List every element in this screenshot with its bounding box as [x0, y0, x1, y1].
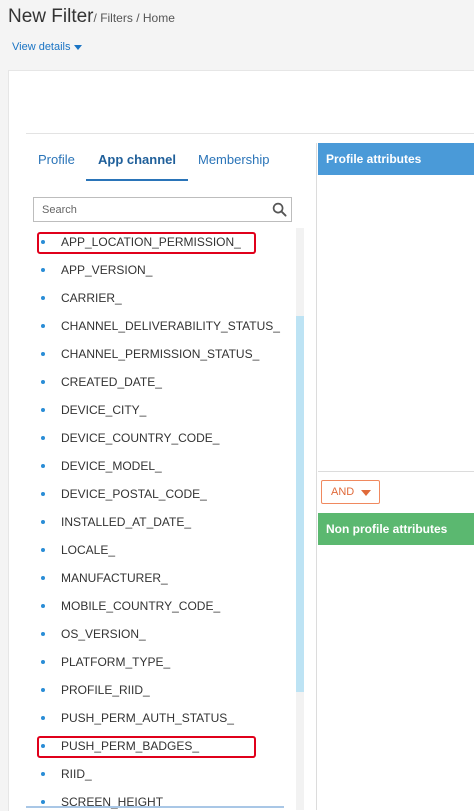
list-item-label: PROFILE_RIID_	[61, 683, 150, 697]
bullet-icon	[41, 688, 45, 692]
list-item-label: DEVICE_COUNTRY_CODE_	[61, 431, 220, 445]
bullet-icon	[41, 716, 45, 720]
list-item-label: RIID_	[61, 767, 92, 781]
tab-membership-label: Membership	[198, 152, 270, 167]
list-item[interactable]: DEVICE_COUNTRY_CODE_	[26, 424, 291, 452]
list-item[interactable]: RIID_	[26, 760, 291, 788]
tab-profile[interactable]: Profile	[38, 146, 75, 179]
list-item[interactable]: PLATFORM_TYPE_	[26, 648, 291, 676]
bullet-icon	[41, 352, 45, 356]
non-profile-attributes-title: Non profile attributes	[326, 522, 448, 536]
list-item-label: MOBILE_COUNTRY_CODE_	[61, 599, 221, 613]
bullet-icon	[41, 632, 45, 636]
list-item-label: APP_LOCATION_PERMISSION_	[61, 235, 241, 249]
list-item[interactable]: CHANNEL_PERMISSION_STATUS_	[26, 340, 291, 368]
bullet-icon	[41, 436, 45, 440]
list-item[interactable]: APP_LOCATION_PERMISSION_	[26, 228, 291, 256]
attribute-tabs: Profile App channel Membership	[26, 146, 286, 181]
list-item[interactable]: DEVICE_POSTAL_CODE_	[26, 480, 291, 508]
list-item-label: CHANNEL_DELIVERABILITY_STATUS_	[61, 319, 280, 333]
panel-divider	[316, 143, 317, 810]
bullet-icon	[41, 408, 45, 412]
list-item[interactable]: APP_VERSION_	[26, 256, 291, 284]
view-details-label: View details	[12, 41, 71, 53]
list-item[interactable]: PUSH_PERM_AUTH_STATUS_	[26, 704, 291, 732]
list-item-label: LOCALE_	[61, 543, 116, 557]
attribute-list: APP_LOCATION_PERMISSION_ APP_VERSION_ CARR…	[26, 228, 291, 810]
profile-attributes-title: Profile attributes	[326, 152, 422, 166]
list-item-label: PLATFORM_TYPE_	[61, 655, 171, 669]
list-item-label: PUSH_PERM_AUTH_STATUS_	[61, 711, 234, 725]
list-item-label: INSTALLED_AT_DATE_	[61, 515, 192, 529]
search-icon[interactable]	[272, 202, 287, 217]
list-item[interactable]: MANUFACTURER_	[26, 564, 291, 592]
list-item[interactable]: INSTALLED_AT_DATE_	[26, 508, 291, 536]
list-item-label: MANUFACTURER_	[61, 571, 168, 585]
page-header: New Filter/ Filters / Home View details	[0, 0, 474, 68]
caret-down-icon	[361, 490, 371, 496]
bullet-icon	[41, 660, 45, 664]
and-operator-label: AND	[331, 486, 355, 498]
page-title-text: New Filter	[8, 6, 94, 27]
bullet-icon	[41, 548, 45, 552]
list-item[interactable]: PROFILE_RIID_	[26, 676, 291, 704]
list-scrollbar-thumb[interactable]	[296, 316, 304, 692]
breadcrumb: / Filters / Home	[93, 11, 175, 25]
page-title: New Filter/ Filters / Home	[8, 6, 175, 28]
bullet-icon	[41, 604, 45, 608]
tab-membership[interactable]: Membership	[198, 146, 270, 179]
bullet-icon	[41, 744, 45, 748]
non-profile-attributes-dropzone[interactable]	[318, 545, 474, 810]
list-item-label: CREATED_DATE_	[61, 375, 162, 389]
tab-app-channel[interactable]: App channel	[86, 146, 189, 181]
bullet-icon	[41, 464, 45, 468]
list-item[interactable]: LOCALE_	[26, 536, 291, 564]
list-bottom-border	[26, 806, 284, 808]
tab-profile-label: Profile	[38, 152, 75, 167]
bullet-icon	[41, 240, 45, 244]
tab-app-channel-label: App channel	[98, 152, 177, 167]
list-item[interactable]: DEVICE_CITY_	[26, 396, 291, 424]
list-item-label: OS_VERSION_	[61, 627, 146, 641]
bullet-icon	[41, 268, 45, 272]
list-item-label: CARRIER_	[61, 291, 122, 305]
list-item[interactable]: DEVICE_MODEL_	[26, 452, 291, 480]
bullet-icon	[41, 380, 45, 384]
list-item[interactable]: MOBILE_COUNTRY_CODE_	[26, 592, 291, 620]
non-profile-attributes-header: Non profile attributes	[318, 513, 474, 545]
bullet-icon	[41, 520, 45, 524]
list-item-label: CHANNEL_PERMISSION_STATUS_	[61, 347, 260, 361]
breadcrumb-filters[interactable]: Filters	[100, 11, 133, 25]
list-item-label: APP_VERSION_	[61, 263, 153, 277]
list-item-label: DEVICE_CITY_	[61, 403, 147, 417]
list-item-label: DEVICE_MODEL_	[61, 459, 162, 473]
list-item-label: PUSH_PERM_BADGES_	[61, 739, 200, 753]
list-item[interactable]: CREATED_DATE_	[26, 368, 291, 396]
section-divider	[26, 133, 474, 134]
bullet-icon	[41, 800, 45, 804]
breadcrumb-home[interactable]: Home	[143, 11, 175, 25]
list-item-label: DEVICE_POSTAL_CODE_	[61, 487, 207, 501]
bullet-icon	[41, 296, 45, 300]
list-item[interactable]: PUSH_PERM_BADGES_	[26, 732, 291, 760]
bullet-icon	[41, 324, 45, 328]
bullet-icon	[41, 492, 45, 496]
bullet-icon	[41, 772, 45, 776]
list-item[interactable]: OS_VERSION_	[26, 620, 291, 648]
list-item[interactable]: CARRIER_	[26, 284, 291, 312]
and-operator-button[interactable]: AND	[321, 480, 380, 504]
attribute-list-container: APP_LOCATION_PERMISSION_ APP_VERSION_ CARR…	[26, 228, 304, 810]
list-item[interactable]: CHANNEL_DELIVERABILITY_STATUS_	[26, 312, 291, 340]
profile-attributes-header: Profile attributes	[318, 143, 474, 175]
caret-down-icon	[73, 44, 82, 50]
profile-attributes-dropzone[interactable]	[318, 175, 474, 472]
search-input[interactable]	[34, 198, 267, 221]
search-box	[33, 197, 292, 222]
bullet-icon	[41, 576, 45, 580]
view-details-link[interactable]: View details	[12, 41, 82, 53]
